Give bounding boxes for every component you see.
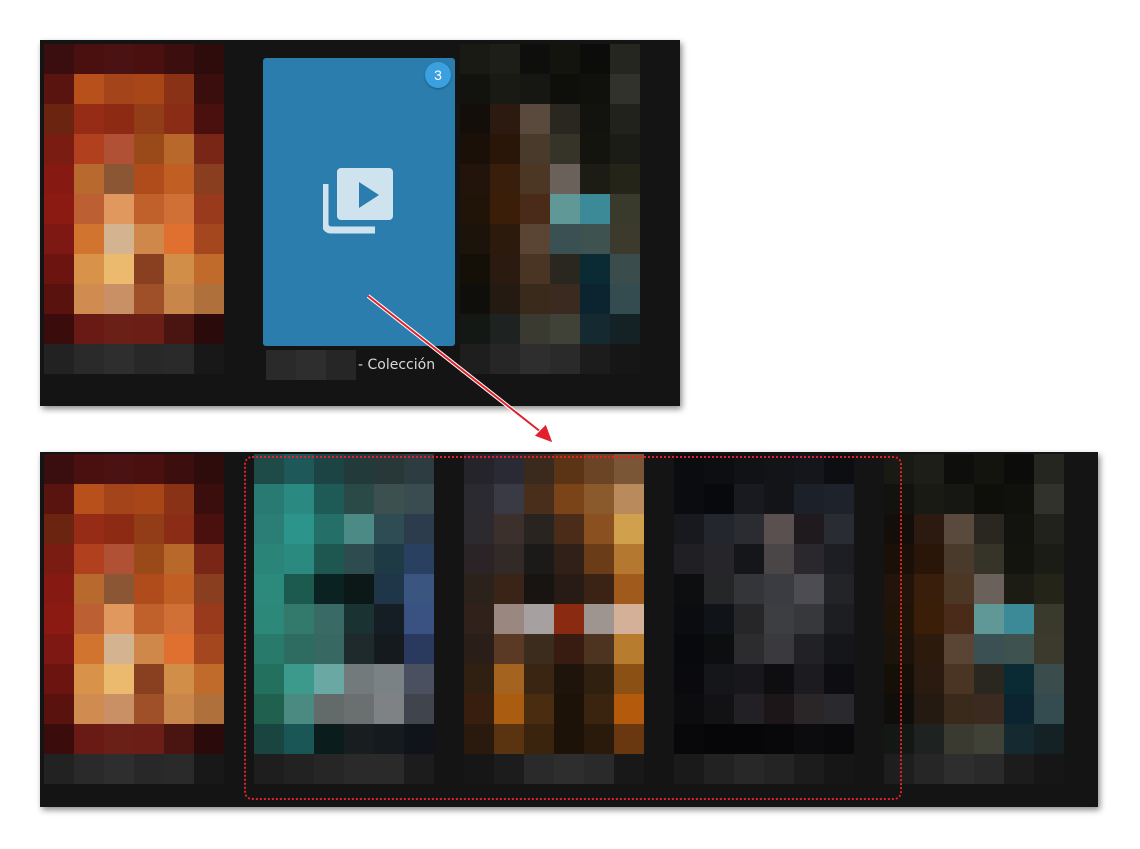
item-count-badge: 3	[425, 62, 451, 88]
collection-caption[interactable]: - Colección	[266, 350, 436, 380]
collection-item-3-thumbnail[interactable]	[674, 454, 854, 784]
video-collection-icon	[321, 166, 395, 238]
poster-thumbnail-right[interactable]	[884, 454, 1064, 784]
collapsed-row-panel: 3 - Colección	[40, 40, 680, 406]
poster-thumbnail-right[interactable]	[460, 44, 640, 374]
caption-suffix: - Colección	[358, 357, 436, 373]
poster-thumbnail-left[interactable]	[44, 454, 224, 784]
collection-tile[interactable]: 3	[263, 58, 455, 346]
collection-item-1-thumbnail[interactable]	[254, 454, 434, 784]
blurred-title	[266, 350, 356, 380]
poster-thumbnail-left[interactable]	[44, 44, 224, 374]
collection-item-2-thumbnail[interactable]	[464, 454, 644, 784]
expanded-row-panel	[40, 452, 1098, 807]
